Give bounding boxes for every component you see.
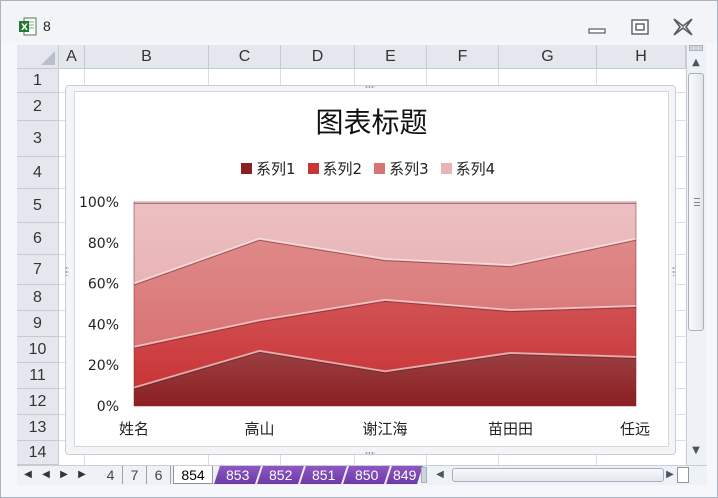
tab-nav-last-button[interactable]: ▶ — [75, 467, 89, 483]
x-category-label: 高山 — [244, 420, 274, 438]
tab-nav-first-button[interactable]: ◀ — [21, 467, 35, 483]
y-tick-label: 80% — [88, 236, 119, 252]
scroll-down-button[interactable]: ▼ — [687, 443, 705, 459]
vertical-scroll-thumb[interactable] — [688, 73, 704, 331]
horizontal-scroll-thumb[interactable] — [452, 468, 664, 482]
sheet-tab-7[interactable]: 7 — [123, 466, 147, 484]
sheet-tab-851[interactable]: 851 — [300, 466, 348, 484]
tab-nav-prev-button[interactable]: ◀ — [39, 467, 53, 483]
sheet-tab-852[interactable]: 852 — [257, 466, 305, 484]
y-tick-label: 40% — [88, 317, 119, 333]
x-category-label: 姓名 — [119, 420, 149, 438]
sheet-tab-6[interactable]: 6 — [147, 466, 171, 484]
sheet-tab-849[interactable]: 849 — [386, 466, 424, 484]
tab-nav-next-button[interactable]: ▶ — [57, 467, 71, 483]
vertical-split-handle[interactable] — [689, 45, 703, 51]
sheet-tab-850[interactable]: 850 — [343, 466, 391, 484]
sheet-tab-854[interactable]: 854 — [173, 466, 213, 484]
x-category-label: 谢江海 — [362, 420, 407, 438]
x-category-label: 任远 — [620, 420, 650, 438]
scroll-up-button[interactable]: ▲ — [687, 55, 705, 71]
scroll-left-button[interactable]: ◀ — [433, 467, 447, 483]
view-resize-box[interactable] — [677, 467, 689, 483]
y-tick-label: 20% — [88, 358, 119, 374]
chart-plot[interactable]: 0% 20% 40% 60% 80% 100% 姓名 高山 谢江海 苗田田 任远 — [1, 1, 718, 498]
sheet-tab-853[interactable]: 853 — [214, 466, 262, 484]
x-category-label: 苗田田 — [488, 420, 533, 438]
y-tick-label: 60% — [88, 277, 119, 293]
excel-window: X 8 A B C D E F G H 1 2 3 4 5 6 7 8 9 10… — [0, 0, 718, 498]
grip-icon — [694, 198, 700, 206]
y-tick-label: 100% — [79, 195, 119, 211]
scroll-right-button[interactable]: ▶ — [663, 467, 677, 483]
sheet-tab-4[interactable]: 4 — [99, 466, 123, 484]
y-tick-label: 0% — [97, 399, 119, 415]
tab-split-handle[interactable] — [421, 467, 427, 483]
